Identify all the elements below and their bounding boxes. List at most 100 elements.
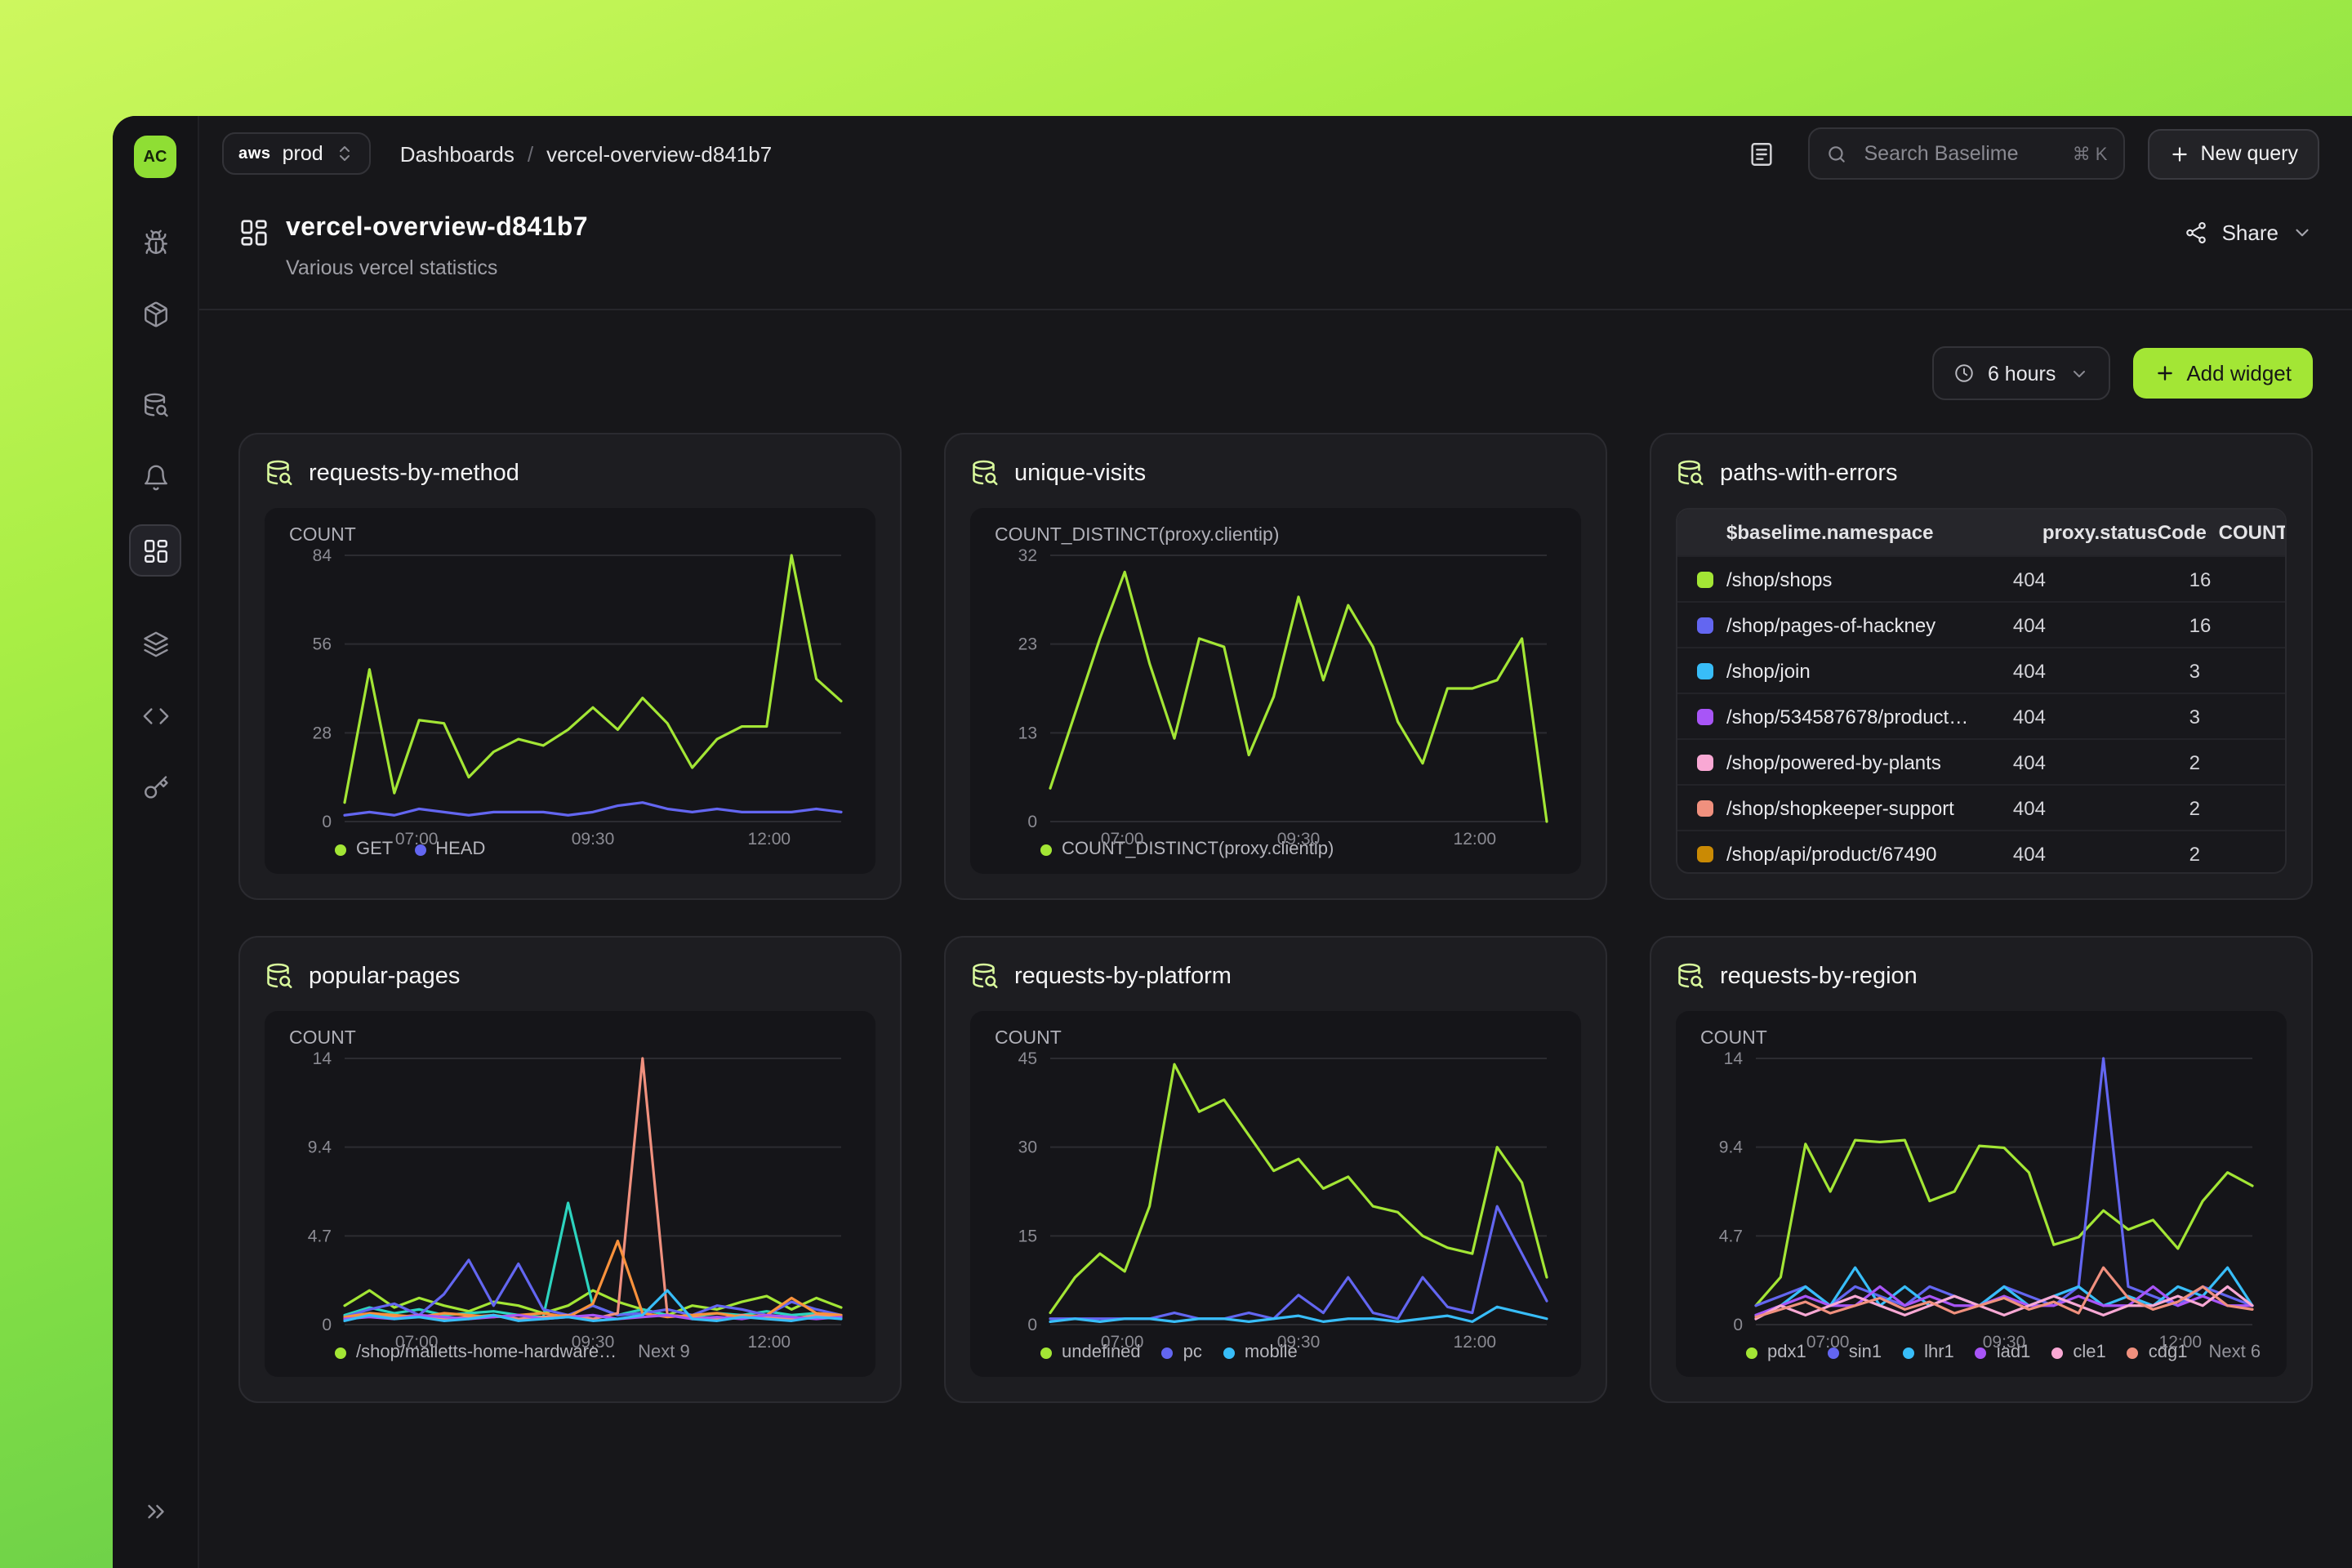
errors-table: $baselime.namespace proxy.statusCode COU…	[1676, 508, 2287, 874]
row-swatch	[1697, 571, 1713, 587]
row-swatch	[1697, 845, 1713, 862]
count-cell: 2	[2189, 842, 2285, 865]
line-chart[interactable]: 04.79.41407:0009:3012:00	[286, 1049, 854, 1334]
search-shortcut: ⌘ K	[2073, 143, 2108, 164]
column-header-namespace[interactable]: $baselime.namespace	[1677, 521, 2042, 544]
svg-text:09:30: 09:30	[1277, 830, 1321, 849]
svg-text:56: 56	[313, 635, 332, 654]
add-widget-button[interactable]: Add widget	[2132, 348, 2313, 399]
dashboard-title-icon	[238, 217, 270, 256]
chevron-down-icon	[2292, 222, 2313, 243]
page-title: vercel-overview-d841b7	[286, 214, 588, 243]
dashboard-icon[interactable]	[129, 524, 181, 577]
package-icon[interactable]	[131, 289, 180, 338]
database-search-icon	[970, 962, 1000, 991]
share-button[interactable]: Share	[2185, 214, 2313, 245]
table-row[interactable]: /shop/shops40416	[1677, 555, 2285, 601]
topbar-right: ⌘ K New query	[1737, 127, 2320, 180]
table-row[interactable]: /shop/api/product/67490 4042	[1677, 830, 2285, 874]
column-header-count[interactable]: COUNT	[2219, 521, 2287, 544]
count-cell: 16	[2189, 568, 2285, 590]
svg-text:07:00: 07:00	[395, 1333, 439, 1352]
svg-text:12:00: 12:00	[1454, 830, 1497, 849]
key-icon[interactable]	[131, 763, 180, 812]
row-swatch	[1697, 708, 1713, 724]
statuscode-cell: 404	[2013, 659, 2189, 682]
svg-text:12:00: 12:00	[748, 1333, 791, 1352]
column-header-statuscode[interactable]: proxy.statusCode	[2042, 521, 2219, 544]
database-search-icon	[1676, 962, 1705, 991]
sidebar: AC	[113, 116, 199, 1568]
statuscode-cell: 404	[2013, 842, 2189, 865]
svg-text:15: 15	[1018, 1227, 1037, 1245]
add-widget-label: Add widget	[2186, 361, 2292, 385]
plus-icon	[2170, 143, 2191, 164]
aws-logo: aws	[238, 145, 271, 163]
widget-title: requests-by-platform	[1014, 964, 1232, 990]
share-icon	[2185, 220, 2209, 245]
chart-canvas: 013233207:0009:3012:00	[991, 546, 1560, 851]
row-swatch	[1697, 617, 1713, 633]
table-row[interactable]: /shop/join4043	[1677, 647, 2285, 693]
svg-text:09:30: 09:30	[1983, 1333, 2026, 1352]
breadcrumb-current[interactable]: vercel-overview-d841b7	[546, 141, 772, 166]
table-row[interactable]: /shop/powered-by-plants4042	[1677, 738, 2285, 784]
svg-text:14: 14	[1724, 1049, 1744, 1068]
svg-text:45: 45	[1018, 1049, 1037, 1068]
avatar[interactable]: AC	[134, 136, 176, 178]
table-row[interactable]: /shop/534587678/product…4043	[1677, 693, 2285, 738]
new-query-button[interactable]: New query	[2149, 128, 2320, 179]
svg-text:09:30: 09:30	[1277, 1333, 1321, 1352]
table-row[interactable]: /shop/pages-of-hackney40416	[1677, 601, 2285, 647]
table-row[interactable]: /shop/shopkeeper-support4042	[1677, 784, 2285, 830]
chart-panel: COUNT 015304507:0009:3012:00 undefinedpc…	[970, 1011, 1581, 1377]
sidebar-expand-icon[interactable]	[131, 1486, 180, 1535]
metric-label: COUNT_DISTINCT(proxy.clientip)	[991, 526, 1560, 546]
namespace-cell: /shop/api/product/67490	[1726, 842, 1950, 865]
count-cell: 2	[2189, 751, 2285, 773]
metric-label: COUNT	[286, 526, 854, 546]
line-chart[interactable]: 028568407:0009:3012:00	[286, 546, 854, 831]
line-chart[interactable]: 04.79.41407:0009:3012:00	[1697, 1049, 2265, 1334]
metric-label: COUNT	[286, 1029, 854, 1049]
environment-selector[interactable]: aws prod	[222, 132, 371, 175]
count-cell: 16	[2189, 613, 2285, 636]
widget-title: requests-by-method	[309, 461, 519, 487]
svg-text:12:00: 12:00	[1454, 1333, 1497, 1352]
widget-header: requests-by-platform	[970, 962, 1581, 991]
breadcrumb-dashboards[interactable]: Dashboards	[400, 141, 514, 166]
app-window: AC	[113, 116, 2352, 1568]
share-label: Share	[2222, 220, 2278, 245]
search-bar[interactable]: ⌘ K	[1809, 127, 2126, 180]
count-cell: 3	[2189, 705, 2285, 728]
chart-panel: COUNT_DISTINCT(proxy.clientip) 013233207…	[970, 508, 1581, 874]
widget-header: paths-with-errors	[1676, 459, 2287, 488]
svg-text:12:00: 12:00	[2159, 1333, 2203, 1352]
line-chart[interactable]: 013233207:0009:3012:00	[991, 546, 1560, 831]
widget-requests-by-region: requests-by-region COUNT 04.79.41407:000…	[1650, 936, 2313, 1403]
table-body: /shop/shops40416/shop/pages-of-hackney40…	[1677, 555, 2285, 874]
code-icon[interactable]	[131, 691, 180, 740]
database-search-icon	[265, 962, 294, 991]
database-search-icon	[970, 459, 1000, 488]
namespace-cell: /shop/pages-of-hackney	[1726, 613, 1949, 636]
bug-icon[interactable]	[131, 217, 180, 266]
log-panel-icon[interactable]	[1737, 129, 1786, 178]
search-input[interactable]	[1861, 140, 2060, 167]
svg-text:23: 23	[1018, 635, 1037, 654]
svg-text:84: 84	[313, 546, 332, 565]
time-range-selector[interactable]: 6 hours	[1932, 346, 2109, 400]
line-chart[interactable]: 015304507:0009:3012:00	[991, 1049, 1560, 1334]
database-search-icon[interactable]	[131, 381, 180, 430]
widget-title: paths-with-errors	[1720, 461, 1898, 487]
widget-grid: requests-by-method COUNT 028568407:0009:…	[199, 400, 2352, 1403]
svg-text:13: 13	[1018, 724, 1037, 742]
namespace-cell: /shop/join	[1726, 659, 1824, 682]
chart-canvas: 028568407:0009:3012:00	[286, 546, 854, 851]
page-title-block: vercel-overview-d841b7 Various vercel st…	[286, 214, 588, 279]
svg-text:4.7: 4.7	[308, 1227, 332, 1245]
metric-label: COUNT	[1697, 1029, 2265, 1049]
svg-text:9.4: 9.4	[1719, 1138, 1744, 1157]
layers-icon[interactable]	[131, 619, 180, 668]
bell-icon[interactable]	[131, 452, 180, 501]
